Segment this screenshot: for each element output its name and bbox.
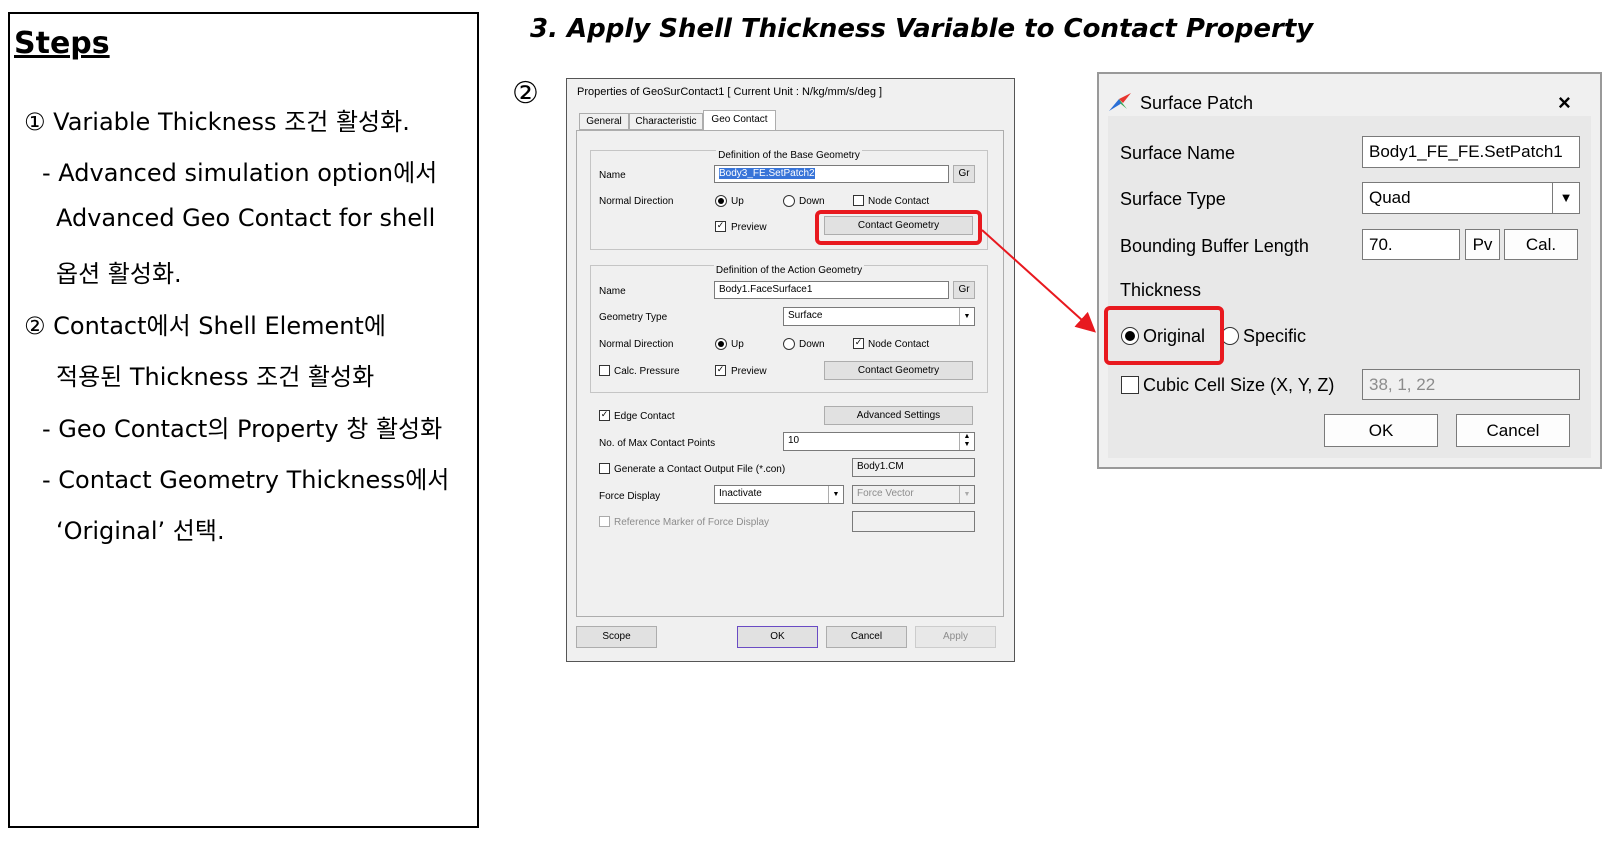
chevron-down-icon: ▼ xyxy=(1552,183,1579,213)
close-icon[interactable]: × xyxy=(1558,90,1571,116)
surface-cancel-button[interactable]: Cancel xyxy=(1456,414,1570,447)
cubic-cell-size-input: 38, 1, 22 xyxy=(1362,369,1580,400)
thickness-label: Thickness xyxy=(1120,280,1202,300)
surface-patch-title: Surface Patch xyxy=(1140,93,1254,113)
app-logo-icon xyxy=(1109,93,1131,111)
cal-button[interactable]: Cal. xyxy=(1504,229,1578,260)
surface-name-label: Surface Name xyxy=(1120,143,1236,163)
bounding-buffer-label: Bounding Buffer Length xyxy=(1120,236,1309,256)
pv-button[interactable]: Pv xyxy=(1465,229,1500,260)
surface-name-input[interactable]: Body1_FE_FE.SetPatch1 xyxy=(1362,136,1580,168)
cubic-cell-size-checkbox[interactable] xyxy=(1121,376,1139,394)
specific-label: Specific xyxy=(1243,326,1307,346)
bounding-buffer-input[interactable]: 70. xyxy=(1362,229,1460,260)
highlight-box xyxy=(1104,306,1224,365)
surface-type-select[interactable]: Quad ▼ xyxy=(1362,182,1580,214)
cubic-cell-size-label: Cubic Cell Size (X, Y, Z) xyxy=(1143,375,1335,395)
surface-ok-button[interactable]: OK xyxy=(1324,414,1438,447)
surface-type-value: Quad xyxy=(1369,188,1411,207)
surface-type-label: Surface Type xyxy=(1120,189,1226,209)
